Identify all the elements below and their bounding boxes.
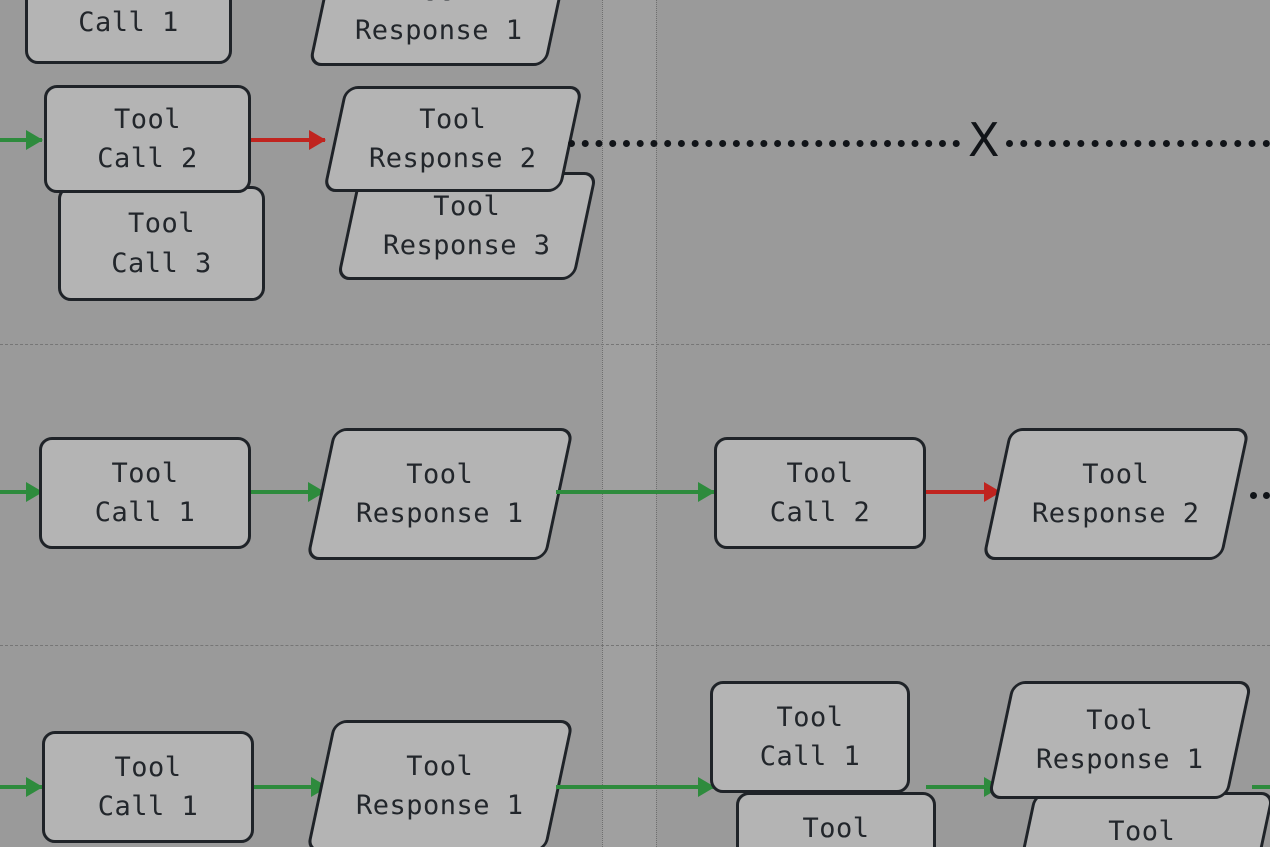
- node-label: Tool Response 1: [356, 458, 524, 529]
- node-label: Tool Call 1: [78, 7, 179, 38]
- arrow-head-icon: [309, 130, 326, 150]
- node-label: Tool Call 2: [97, 103, 198, 174]
- node-label: Tool Response 3: [383, 190, 551, 261]
- arrow-head-icon: [26, 777, 43, 797]
- node-label: Tool Call 1: [94, 457, 196, 528]
- row1-termination-x-icon: X: [968, 113, 1000, 167]
- arrow-shaft: [556, 490, 714, 494]
- row2-tool-response-1[interactable]: Tool Response 1: [305, 428, 575, 560]
- arrow-head-icon: [26, 130, 43, 150]
- node-label: Tool Response 1: [1036, 704, 1204, 775]
- node-label: Tool Response 1: [355, 0, 523, 46]
- arrow-shaft: [0, 490, 42, 494]
- row3-tool-response-2[interactable]: Tool Response 2: [1009, 792, 1270, 847]
- arrow-shaft: [556, 785, 714, 789]
- row1-tool-call-2[interactable]: Tool Call 2: [44, 85, 251, 193]
- node-label: Tool Call 2: [802, 812, 870, 844]
- arrow-shaft: [251, 490, 324, 494]
- arrow-shaft: [926, 490, 1000, 494]
- lane-band: [602, 0, 656, 847]
- row-separator-2: [0, 645, 1270, 646]
- row3-tool-response-1[interactable]: Tool Response 1: [305, 720, 575, 847]
- row1-terminated-path-left: [568, 140, 960, 147]
- arrow-head-icon: [698, 482, 715, 502]
- diagram-canvas: Tool Call 1 Tool Call 3 Tool Call 2 Tool…: [0, 0, 1270, 847]
- arrow-shaft: [251, 138, 325, 142]
- arrow-shaft: [0, 138, 42, 142]
- row1-tool-call-1[interactable]: Tool Call 1: [25, 0, 232, 64]
- node-label: Tool Response 2: [1032, 458, 1200, 529]
- row1-tool-response-1[interactable]: Tool Response 1: [308, 0, 570, 66]
- vertical-guide-left: [602, 0, 603, 847]
- row1-terminated-path-right: [1006, 140, 1270, 147]
- row2-tool-call-2[interactable]: Tool Call 2: [714, 437, 926, 549]
- arrow-shaft: [1252, 785, 1270, 789]
- row1-tool-response-2[interactable]: Tool Response 2: [322, 86, 584, 192]
- row2-tool-call-1[interactable]: Tool Call 1: [39, 437, 251, 549]
- node-label: Tool Response 2: [1108, 815, 1176, 847]
- row3-tool-call-1[interactable]: Tool Call 1: [42, 731, 254, 843]
- row2-tool-response-2[interactable]: Tool Response 2: [981, 428, 1251, 560]
- arrow-shaft: [0, 785, 42, 789]
- vertical-guide-right: [656, 0, 657, 847]
- row3-tool-response-1-stacked[interactable]: Tool Response 1: [987, 681, 1253, 799]
- node-label: Tool Response 2: [369, 103, 537, 174]
- row1-tool-call-3[interactable]: Tool Call 3: [58, 186, 265, 301]
- node-label: Tool Response 1: [356, 750, 524, 821]
- node-label: Tool Call 3: [111, 208, 212, 279]
- node-label: Tool Call 2: [769, 457, 871, 528]
- row-separator-1: [0, 344, 1270, 345]
- arrow-shaft: [254, 785, 327, 789]
- row2-continuation-path: [1250, 492, 1270, 499]
- row3-tool-call-2[interactable]: Tool Call 2: [736, 792, 936, 847]
- node-label: Tool Call 1: [97, 751, 199, 822]
- node-label: Tool Call 1: [759, 701, 861, 772]
- row3-tool-call-1-stacked[interactable]: Tool Call 1: [710, 681, 910, 793]
